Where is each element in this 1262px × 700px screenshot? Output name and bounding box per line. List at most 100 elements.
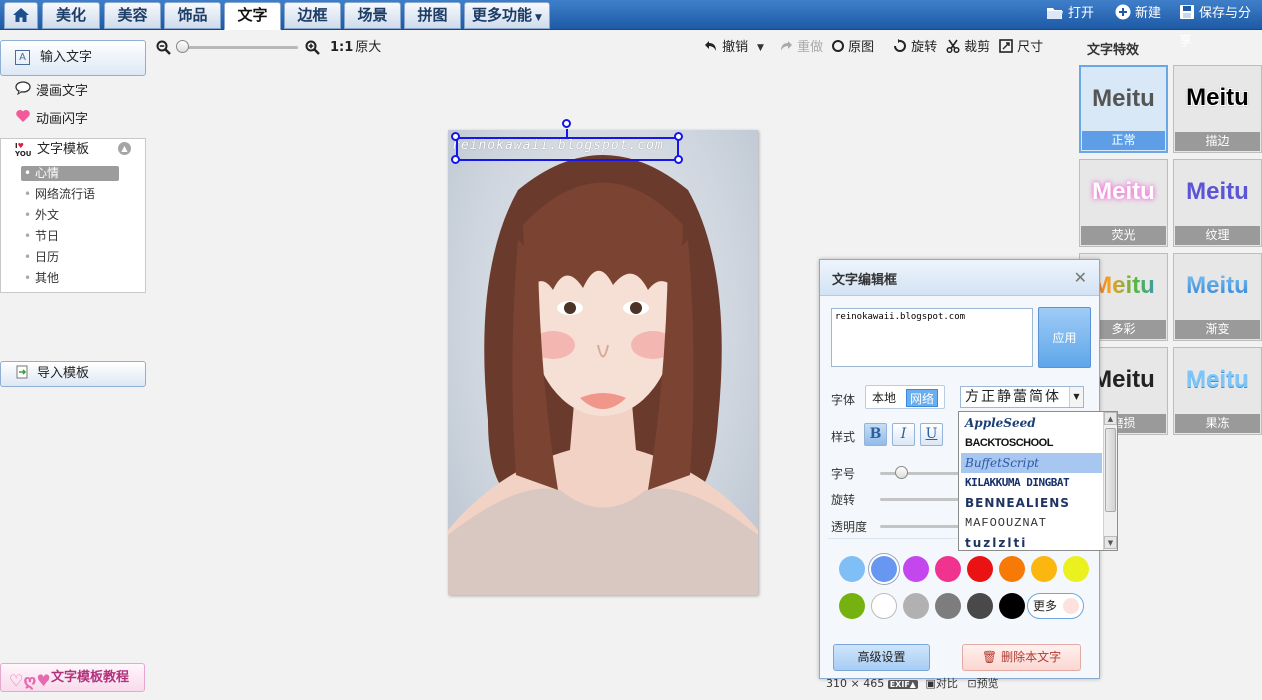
import-template-button[interactable]: 导入模板 [0, 361, 146, 387]
color-swatch[interactable] [839, 556, 865, 582]
effect-tile[interactable]: Meitu 纹理 [1173, 159, 1262, 247]
effect-tile[interactable]: Meitu 正常 [1079, 65, 1168, 153]
template-category-calendar[interactable]: 日历 [21, 250, 119, 265]
zoom-in-icon[interactable] [305, 40, 320, 59]
undo-button[interactable]: 撤销 [704, 38, 748, 58]
effect-tile[interactable]: Meitu 果冻 [1173, 347, 1262, 435]
save-share-button[interactable]: 保存与分享 [1179, 0, 1262, 49]
font-list-scrollbar[interactable]: ▲ ▼ [1103, 412, 1117, 550]
effect-sample-text: Meitu [1092, 178, 1155, 205]
close-icon[interactable]: ✕ [1074, 268, 1087, 287]
font-size-slider-track[interactable] [880, 472, 960, 475]
more-functions-label: 更多功能 [472, 6, 533, 24]
original-size-button[interactable]: 1:1 原大 [330, 38, 381, 58]
more-colors-button[interactable]: 更多 [1027, 593, 1084, 619]
tab-collage[interactable]: 拼图 [404, 2, 461, 29]
template-tutorial-button[interactable]: ♡ღ♥ 文字模板教程 [0, 663, 145, 692]
preview-button[interactable]: ⊡预览 [967, 677, 998, 690]
input-text-button[interactable]: A 输入文字 [0, 40, 146, 76]
template-category-mood[interactable]: 心情 [21, 166, 119, 181]
comic-text-item[interactable]: 漫画文字 [14, 81, 88, 103]
tab-text[interactable]: 文字 [224, 2, 281, 30]
undo-history-dropdown[interactable]: ▼ [757, 38, 764, 58]
color-swatch[interactable] [999, 593, 1025, 619]
opacity-slider-track[interactable] [880, 525, 960, 528]
color-swatch[interactable] [1063, 556, 1089, 582]
compare-button[interactable]: ▣对比 [925, 677, 957, 690]
font-option[interactable]: BuffetScript [961, 453, 1102, 473]
rotate-handle[interactable] [562, 119, 571, 128]
color-swatch[interactable] [967, 593, 993, 619]
tab-scene[interactable]: 场景 [344, 2, 401, 29]
color-swatch[interactable] [903, 556, 929, 582]
color-swatch[interactable] [871, 556, 897, 582]
effect-sample-text: Meitu [1174, 272, 1261, 300]
effect-tile[interactable]: Meitu 渐变 [1173, 253, 1262, 341]
color-swatch[interactable] [839, 593, 865, 619]
effect-label: 荧光 [1081, 226, 1166, 245]
bold-button[interactable]: B [864, 423, 887, 446]
undo-icon [705, 41, 716, 51]
font-family-select[interactable]: 方正静蕾简体 ▼ [960, 386, 1084, 408]
tab-more-functions[interactable]: 更多功能 ▼ [464, 2, 550, 29]
font-option[interactable]: MAFOOUZNAT [961, 513, 1102, 533]
text-templates-header[interactable]: I♥ YOU 文字模板 [15, 139, 89, 161]
color-swatch[interactable] [871, 593, 897, 619]
scroll-up-icon[interactable]: ▲ [1104, 412, 1117, 425]
collapse-icon[interactable]: ▲ [118, 142, 131, 155]
dialog-header[interactable]: 文字编辑框 ✕ [820, 260, 1099, 296]
underline-button[interactable]: U [920, 423, 943, 446]
tab-cosmetic[interactable]: 美容 [104, 2, 161, 29]
template-category-foreign[interactable]: 外文 [21, 208, 119, 223]
home-tab[interactable] [4, 2, 38, 29]
scroll-down-icon[interactable]: ▼ [1104, 536, 1117, 549]
template-category-holiday[interactable]: 节日 [21, 229, 119, 244]
color-swatch[interactable] [967, 556, 993, 582]
font-option[interactable]: AppleSeed [961, 413, 1102, 433]
font-option[interactable]: tuzlzlti [961, 533, 1102, 550]
zoom-slider-track[interactable] [178, 46, 298, 49]
size-button[interactable]: 尺寸 [999, 38, 1043, 58]
exif-button[interactable]: EXIF▲ [887, 680, 918, 689]
color-swatch[interactable] [935, 593, 961, 619]
color-swatch[interactable] [903, 593, 929, 619]
resize-handle-top-right[interactable] [674, 132, 683, 141]
tab-beautify[interactable]: 美化 [42, 2, 100, 29]
font-source-web[interactable]: 网络 [906, 389, 939, 407]
rotation-slider-track[interactable] [880, 498, 960, 501]
rotate-button[interactable]: 旋转 [893, 38, 937, 58]
color-swatch[interactable] [1031, 556, 1057, 582]
redo-button[interactable]: 重做 [779, 38, 823, 58]
font-size-slider-thumb[interactable] [895, 466, 908, 479]
text-content-input[interactable]: reinokawaii.blogspot.com [831, 308, 1033, 367]
photo-canvas[interactable] [448, 130, 758, 595]
text-selection-box[interactable] [456, 137, 679, 161]
tab-frame[interactable]: 边框 [284, 2, 341, 29]
advanced-settings-button[interactable]: 高级设置 [833, 644, 930, 671]
zoom-out-icon[interactable] [156, 40, 171, 59]
resize-handle-top-left[interactable] [451, 132, 460, 141]
resize-handle-bottom-left[interactable] [451, 155, 460, 164]
original-image-button[interactable]: 原图 [832, 38, 874, 58]
effect-tile[interactable]: Meitu 描边 [1173, 65, 1262, 153]
font-option[interactable]: BACKTOSCHOOL [961, 433, 1102, 453]
italic-button[interactable]: I [892, 423, 915, 446]
font-source-local[interactable]: 本地 [869, 389, 899, 407]
tab-accessory[interactable]: 饰品 [164, 2, 221, 29]
scrollbar-thumb[interactable] [1105, 428, 1116, 512]
open-button[interactable]: 打开 [1046, 0, 1094, 30]
color-swatch[interactable] [935, 556, 961, 582]
crop-button[interactable]: 裁剪 [946, 38, 990, 58]
template-category-internet-slang[interactable]: 网络流行语 [21, 187, 119, 202]
font-option[interactable]: KILAKKUMA DINGBAT [961, 473, 1102, 493]
resize-handle-bottom-right[interactable] [674, 155, 683, 164]
animated-text-item[interactable]: 动画闪字 [14, 109, 88, 131]
template-category-other[interactable]: 其他 [21, 271, 119, 286]
apply-button[interactable]: 应用 [1038, 307, 1091, 368]
color-swatch[interactable] [999, 556, 1025, 582]
new-button[interactable]: 新建 [1115, 0, 1161, 30]
zoom-slider-thumb[interactable] [176, 40, 189, 53]
effect-tile[interactable]: Meitu 荧光 [1079, 159, 1168, 247]
delete-text-button[interactable]: 🗑 删除本文字 [962, 644, 1081, 671]
font-option[interactable]: BENNEALIENS [961, 493, 1102, 513]
